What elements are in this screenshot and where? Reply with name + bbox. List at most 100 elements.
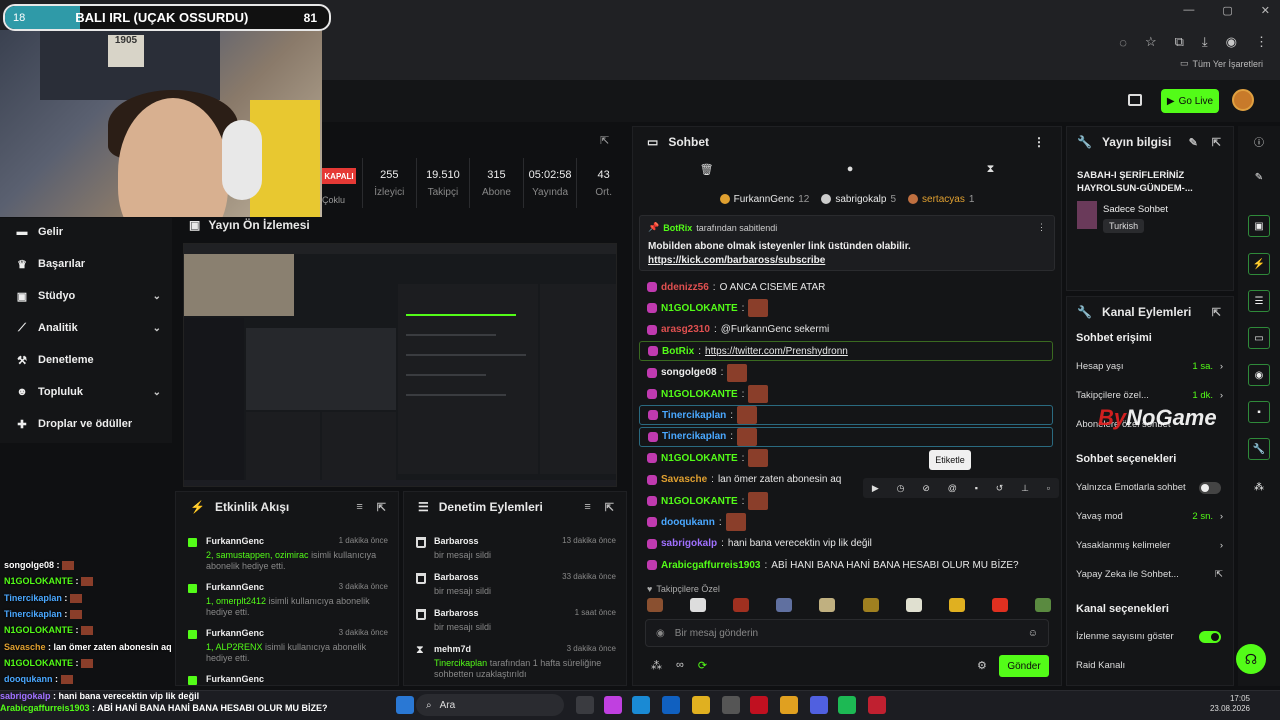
popout-icon[interactable]: ⇱ <box>377 501 386 514</box>
raid-channel-row[interactable]: Raid Kanalı <box>1076 660 1223 671</box>
pin-icon[interactable]: ⊥ <box>1021 483 1029 494</box>
chat-message[interactable]: arasg2310: @FurkannGenc sekermi <box>647 320 1047 340</box>
edit-icon[interactable]: ✎ <box>1189 136 1198 149</box>
clock-icon[interactable]: ◷ <box>897 483 905 494</box>
emote-icon[interactable] <box>905 598 922 612</box>
popout-icon[interactable]: ⇱ <box>605 501 614 514</box>
eye-off-icon[interactable]: ◌ <box>1119 35 1127 50</box>
popout-icon[interactable]: ⇱ <box>600 134 609 147</box>
chat-message[interactable]: Tinercikaplan: <box>639 405 1053 426</box>
chat-username[interactable]: N1GOLOKANTE <box>661 303 738 314</box>
edit-icon[interactable]: ✎ <box>1248 166 1270 188</box>
emote-icon[interactable] <box>1034 598 1051 612</box>
broadcast-icon[interactable]: ◉ <box>1248 364 1270 386</box>
edge-icon[interactable] <box>632 696 650 714</box>
subscribe-link[interactable]: https://kick.com/barbaross/subscribe <box>648 255 1046 266</box>
wrench-icon[interactable]: 🔧 <box>1248 438 1270 460</box>
infinity-icon[interactable]: ∞ <box>676 659 684 672</box>
xbox-icon[interactable] <box>722 696 740 714</box>
ai-chat-row[interactable]: Yapay Zeka ile Sohbet... ⇱ <box>1076 569 1223 580</box>
emote-icon[interactable] <box>948 598 965 612</box>
extensions-icon[interactable]: ⧉ <box>1175 34 1184 50</box>
chat-username[interactable]: dooqukann <box>661 517 715 528</box>
gear-icon[interactable]: ⚙ <box>977 659 987 672</box>
emote-icon[interactable] <box>647 598 663 612</box>
chat-message[interactable]: N1GOLOKANTE: <box>647 448 1047 468</box>
chat-message[interactable]: Arabicgaffurreis1903: ABİ HANI BANA HANİ … <box>647 555 1047 575</box>
chat-message[interactable]: dooqukann: <box>647 512 1047 532</box>
copilot-icon[interactable] <box>604 696 622 714</box>
refresh-icon[interactable]: ⟳ <box>698 659 707 672</box>
support-button[interactable]: ☊ <box>1236 644 1266 674</box>
speech-icon[interactable]: ● <box>847 163 854 185</box>
account-age-row[interactable]: Hesap yaşı 1 sa. › <box>1076 361 1223 372</box>
chat-message[interactable]: BotRix: https://twitter.com/Prenshydronn <box>639 341 1053 362</box>
more-icon[interactable]: ⋮ <box>1033 135 1045 149</box>
chat-username[interactable]: Arabicgaffurreis1903 <box>661 560 761 571</box>
spotify-icon[interactable] <box>838 696 856 714</box>
info-icon[interactable]: ⓘ <box>1248 130 1270 152</box>
chat-username[interactable]: ddenizz56 <box>661 282 709 293</box>
chat-message[interactable]: songolge08: <box>647 363 1047 383</box>
go-live-button[interactable]: ▶ Go Live <box>1161 89 1219 113</box>
menu-icon[interactable]: ⋮ <box>1255 34 1268 50</box>
emote-only-toggle[interactable] <box>1199 482 1221 494</box>
chat-username[interactable]: N1GOLOKANTE <box>661 389 738 400</box>
discord-icon[interactable] <box>810 696 828 714</box>
trash-icon[interactable]: ▫ <box>1047 483 1050 493</box>
minimize-icon[interactable]: — <box>1183 4 1194 17</box>
chat-username[interactable]: N1GOLOKANTE <box>661 453 738 464</box>
show-view-count-toggle[interactable] <box>1199 631 1221 643</box>
outlook-icon[interactable] <box>662 696 680 714</box>
sidebar-item-moderation[interactable]: ⚒ Denetleme <box>16 354 161 367</box>
chat-username[interactable]: Tinercikaplan <box>662 431 726 442</box>
chrome-icon[interactable] <box>780 696 798 714</box>
chat-message[interactable]: ddenizz56: O ANCA CISEME ATAR <box>647 277 1047 297</box>
ban-icon[interactable]: ⊘ <box>922 483 930 494</box>
maximize-icon[interactable]: ▢ <box>1222 4 1232 17</box>
download-icon[interactable]: ⤓ <box>1202 34 1208 50</box>
banned-words-row[interactable]: Yasaklanmış kelimeler › <box>1076 540 1223 551</box>
unpin-icon[interactable]: ⋮ <box>1037 222 1046 233</box>
taskbar-search[interactable]: ⌕ Ara <box>416 694 564 716</box>
explorer-icon[interactable] <box>692 696 710 714</box>
list-icon[interactable]: ☰ <box>1248 290 1270 312</box>
chat-username[interactable]: Savasche <box>661 474 707 485</box>
mention-icon[interactable]: @ <box>948 483 957 493</box>
camera-icon[interactable] <box>1128 94 1142 106</box>
chat-username[interactable]: songolge08 <box>661 367 717 378</box>
send-button[interactable]: Gönder <box>999 655 1049 677</box>
dots-icon[interactable]: ⁂ <box>1248 476 1270 498</box>
popout-icon[interactable]: ⇱ <box>1212 306 1221 319</box>
emote-icon[interactable] <box>862 598 879 612</box>
emote-icon[interactable] <box>991 598 1008 612</box>
chat-username[interactable]: Tinercikaplan <box>662 410 726 421</box>
hourglass-icon[interactable]: ⧗ <box>987 163 995 185</box>
chat-message[interactable]: sabrigokalp: hani bana verecektin vip lik… <box>647 534 1047 554</box>
sidebar-item-analytics[interactable]: ⟋ Analitik ⌄ <box>16 322 161 335</box>
filter-icon[interactable]: ≡ <box>356 501 362 514</box>
emoji-icon[interactable]: ☺ <box>1028 628 1038 639</box>
play-icon[interactable]: ▶ <box>872 483 879 494</box>
chat-username[interactable]: sabrigokalp <box>661 538 717 549</box>
chat-input[interactable]: ◉ Bir mesaj gönderin ☺ <box>645 619 1049 647</box>
windows-start-icon[interactable] <box>396 696 414 714</box>
slow-mode-row[interactable]: Yavaş mod 2 sn. › <box>1076 511 1223 522</box>
trash-icon[interactable]: 🗑 <box>700 163 714 185</box>
bookmarks-bar[interactable]: ▭ Tüm Yer İşaretleri <box>1180 58 1263 69</box>
app-icon[interactable] <box>868 696 886 714</box>
emote-icon[interactable] <box>690 598 707 612</box>
opera-icon[interactable] <box>750 696 768 714</box>
chat-username[interactable]: BotRix <box>662 346 694 357</box>
chat-username[interactable]: arasg2310 <box>661 324 710 335</box>
sidebar-item-drops[interactable]: ✚ Droplar ve ödüller <box>16 418 161 431</box>
copy-icon[interactable]: ▪ <box>1248 401 1270 423</box>
emote-icon[interactable] <box>776 598 793 612</box>
star-icon[interactable]: ☆ <box>1145 34 1157 50</box>
emote-icon[interactable] <box>733 598 750 612</box>
sidebar-item-community[interactable]: ☻ Topluluk ⌄ <box>16 386 161 398</box>
filter-icon[interactable]: ≡ <box>584 501 590 514</box>
monitor-icon[interactable]: ▣ <box>1248 215 1270 237</box>
sidebar-item-revenue[interactable]: ▬ Gelir <box>16 226 161 238</box>
chat-username[interactable]: N1GOLOKANTE <box>661 496 738 507</box>
